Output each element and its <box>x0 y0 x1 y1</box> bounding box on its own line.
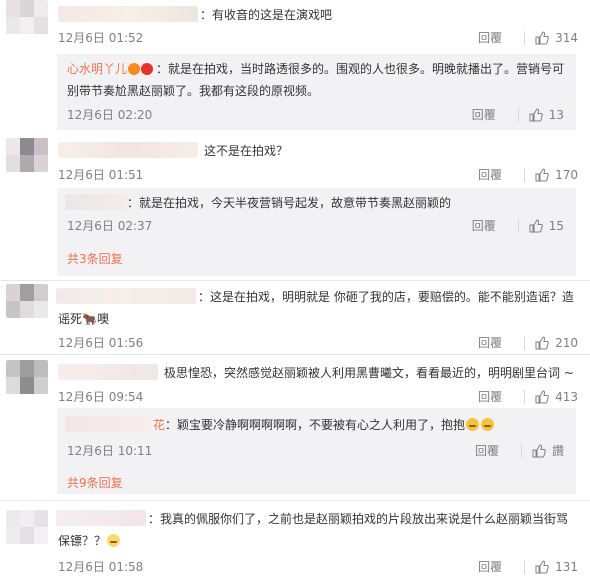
reply-box: 心水明丫儿 ：就是在拍戏，当时路透很多的。围观的人也很多。明晚就播出了。营销号可别… <box>57 54 576 130</box>
reply-button[interactable]: 回覆 <box>478 558 502 575</box>
comment-date: 12月6日 01:51 <box>58 168 144 182</box>
username-blurred[interactable] <box>58 364 158 380</box>
like-count: 314 <box>555 30 578 45</box>
divider <box>517 218 519 233</box>
comment-item: ：有收音的这是在演戏吧 12月6日 01:52 回覆 314 <box>0 0 590 50</box>
thumbs-up-icon <box>535 167 549 181</box>
divider <box>524 167 526 182</box>
hug-emoji-icon <box>481 418 495 431</box>
reply-text: ：就是在拍戏，今天半夜营销号起发，故意带节奏黑赵丽颖的 <box>127 196 452 210</box>
username-blurred[interactable] <box>65 416 151 432</box>
avatar[interactable] <box>6 360 48 394</box>
comment-text: 极思惶恐，突然感觉赵丽颖被人利用黑曹曦文，看看最近的，明明剧里台词 ~ <box>164 366 574 380</box>
avatar[interactable] <box>6 0 48 40</box>
thumbs-up-icon <box>535 335 549 349</box>
divider <box>524 30 526 45</box>
like-count: 15 <box>548 218 564 233</box>
reply-button[interactable]: 回覆 <box>475 442 499 459</box>
comment-actions: 回覆 413 <box>478 388 578 405</box>
divider <box>524 389 526 404</box>
username-blurred[interactable] <box>58 6 198 22</box>
reply-button[interactable]: 回覆 <box>478 334 502 351</box>
like-count: 131 <box>555 559 578 574</box>
like-count: 413 <box>555 389 578 404</box>
like-button[interactable]: 13 <box>529 108 564 122</box>
comment-text: ：有收音的这是在演戏吧 <box>200 8 333 22</box>
comment-actions: 回覆 131 <box>478 558 578 575</box>
thumbs-up-icon <box>532 443 546 457</box>
hug-emoji-icon <box>466 418 480 431</box>
reply-button[interactable]: 回覆 <box>472 217 496 234</box>
comment-date: 12月6日 01:56 <box>58 336 144 350</box>
reply-box: 花：颖宝要冷静啊啊啊啊啊，不要被有心之人利用了，抱抱 12月6日 10:11 回… <box>57 408 576 494</box>
comment-date: 12月6日 09:54 <box>58 390 144 404</box>
like-button[interactable]: 210 <box>535 336 578 350</box>
reply-actions: 回覆 讚 <box>475 442 564 459</box>
reply-text: 花：颖宝要冷静啊啊啊啊啊，不要被有心之人利用了，抱抱 <box>153 414 566 436</box>
reply-button[interactable]: 回覆 <box>472 106 496 123</box>
comment-date: 12月6日 01:52 <box>58 31 144 45</box>
avatar[interactable] <box>6 284 48 318</box>
comment-actions: 回覆 170 <box>478 166 578 183</box>
reply-button[interactable]: 回覆 <box>478 388 502 405</box>
username-blurred[interactable] <box>58 142 198 158</box>
divider <box>524 559 526 574</box>
comment-actions: 回覆 210 <box>478 334 578 351</box>
comment-item: ：这是在拍戏，明明就是 你砸了我的店，要赔偿的。能不能别造谣？造谣死🐂噢 12月… <box>0 284 590 352</box>
thumbs-up-icon <box>535 389 549 403</box>
like-button[interactable]: 170 <box>535 168 578 182</box>
emoji-icon <box>107 534 121 547</box>
like-count: 13 <box>548 107 564 122</box>
vip-badge-icon <box>128 63 141 75</box>
avatar[interactable] <box>6 510 48 544</box>
reply-date: 12月6日 02:20 <box>67 108 153 122</box>
like-button[interactable]: 413 <box>535 390 578 404</box>
reply-username[interactable]: 花 <box>153 418 165 432</box>
reply-actions: 回覆 15 <box>472 217 564 234</box>
view-more-replies-link[interactable]: 共9条回复 <box>67 474 123 491</box>
reply-text: 心水明丫儿 ：就是在拍戏，当时路透很多的。围观的人也很多。明晚就播出了。营销号可别… <box>67 62 565 98</box>
reply-actions: 回覆 13 <box>472 106 564 123</box>
username-blurred[interactable] <box>65 194 127 210</box>
avatar[interactable] <box>6 138 48 172</box>
thumbs-up-icon <box>529 218 543 232</box>
like-label: 讚 <box>551 444 564 458</box>
comment-text: ：我真的佩服你们了，之前也是赵丽颖拍戏的片段放出来说是什么赵丽颖当街骂保镖？？ <box>58 512 569 548</box>
reply-button[interactable]: 回覆 <box>478 29 502 46</box>
divider <box>520 443 522 458</box>
member-badge-icon <box>141 63 154 75</box>
reply-button[interactable]: 回覆 <box>478 166 502 183</box>
divider <box>517 107 519 122</box>
like-count: 170 <box>555 167 578 182</box>
divider <box>0 354 590 355</box>
divider <box>0 500 590 501</box>
comment-actions: 回覆 314 <box>478 29 578 46</box>
thumbs-up-icon <box>535 559 549 573</box>
comment-item: 这不是在拍戏？ 12月6日 01:51 回覆 170 <box>0 138 590 182</box>
like-button[interactable]: 讚 <box>532 442 564 459</box>
comment-text: 这不是在拍戏？ <box>204 144 289 158</box>
divider <box>524 335 526 350</box>
comment-item: ：我真的佩服你们了，之前也是赵丽颖拍戏的片段放出来说是什么赵丽颖当街骂保镖？？ … <box>0 504 590 580</box>
reply-username[interactable]: 心水明丫儿 <box>67 62 127 76</box>
reply-box: ：就是在拍戏，今天半夜营销号起发，故意带节奏黑赵丽颖的 12月6日 02:37 … <box>57 188 576 276</box>
like-button[interactable]: 131 <box>535 560 578 574</box>
reply-date: 12月6日 10:11 <box>67 444 153 458</box>
like-count: 210 <box>555 335 578 350</box>
comment-date: 12月6日 01:58 <box>58 560 144 574</box>
reply-date: 12月6日 02:37 <box>67 219 153 233</box>
comment-item: 极思惶恐，突然感觉赵丽颖被人利用黑曹曦文，看看最近的，明明剧里台词 ~ 12月6… <box>0 358 590 406</box>
like-button[interactable]: 15 <box>529 219 564 233</box>
like-button[interactable]: 314 <box>535 31 578 45</box>
thumbs-up-icon <box>535 30 549 44</box>
view-more-replies-link[interactable]: 共3条回复 <box>67 250 123 267</box>
comment-text: ：这是在拍戏，明明就是 你砸了我的店，要赔偿的。能不能别造谣？造谣死🐂噢 <box>58 290 574 326</box>
thumbs-up-icon <box>529 107 543 121</box>
divider <box>0 280 590 281</box>
